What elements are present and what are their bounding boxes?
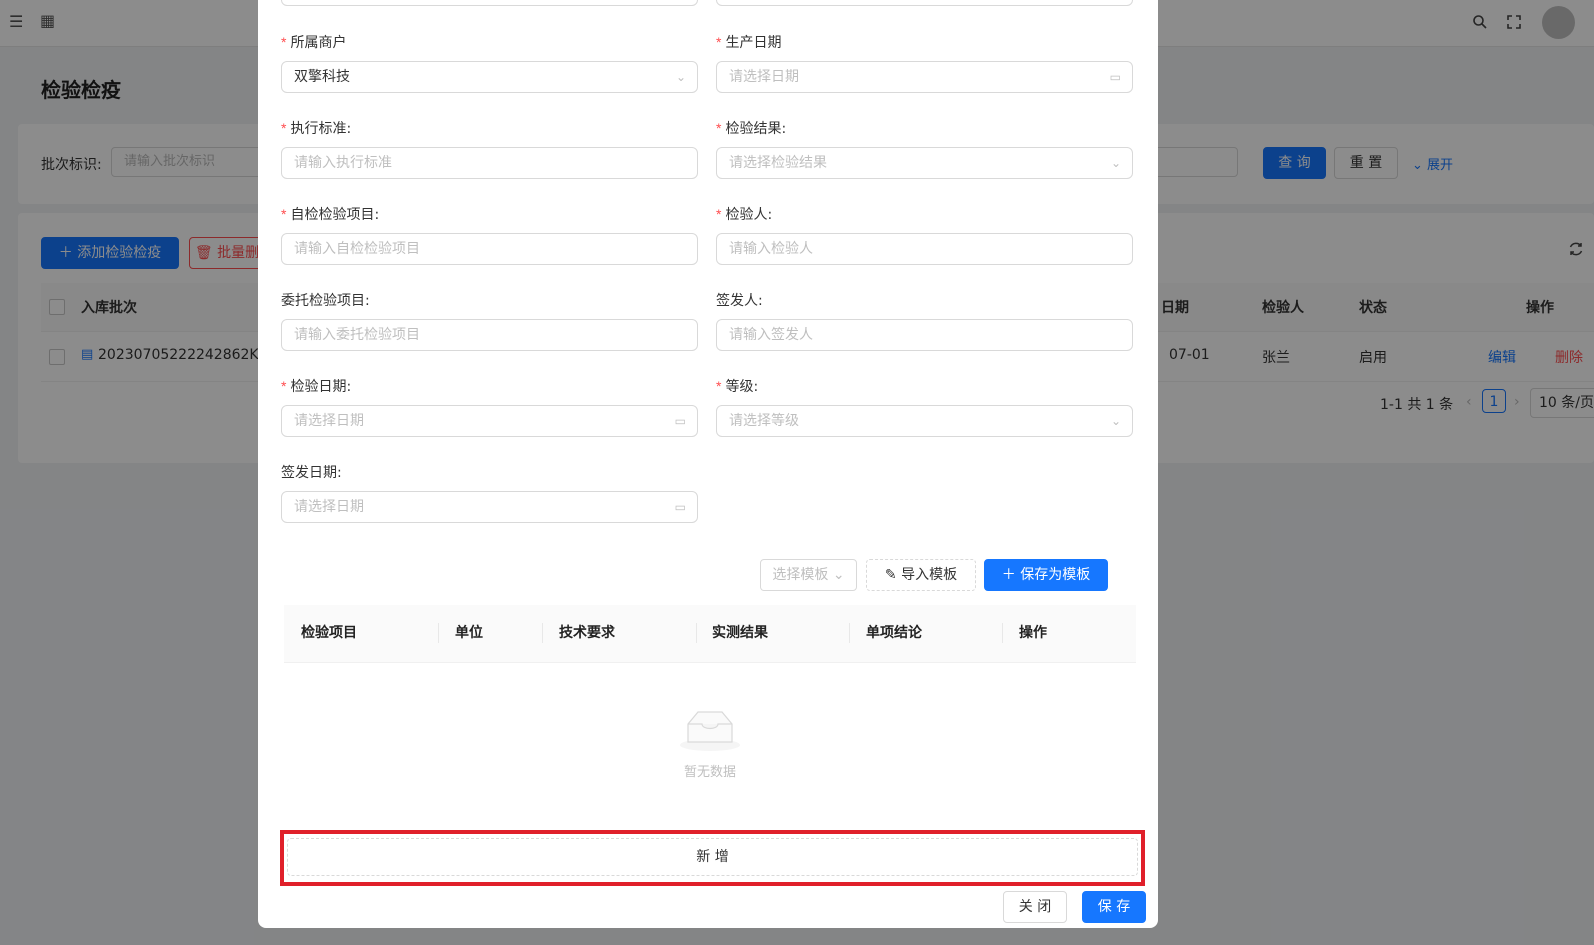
production-date-label-text: 生产日期 xyxy=(725,35,782,51)
save-button[interactable]: 保 存 xyxy=(1082,891,1146,923)
inspection-date-picker[interactable]: 请选择日期 ▭ xyxy=(281,405,698,437)
inspector-input[interactable]: 请输入检验人 xyxy=(716,233,1133,265)
inspector-placeholder: 请输入检验人 xyxy=(729,241,813,257)
required-mark: * xyxy=(281,378,287,394)
standard-label-text: 执行标准: xyxy=(290,121,352,137)
self-items-label: * 自检检验项目: xyxy=(281,204,379,224)
chevron-down-icon: ⌄ xyxy=(832,567,845,583)
top-input-right[interactable] xyxy=(716,0,1133,6)
entrusted-items-input[interactable]: 请输入委托检验项目 xyxy=(281,319,698,351)
col-conclusion: 单项结论 xyxy=(866,625,922,641)
select-template-dropdown[interactable]: 选择模板 ⌄ xyxy=(760,559,857,591)
production-date-label: * 生产日期 xyxy=(716,32,781,52)
required-mark: * xyxy=(281,120,287,136)
standard-label: * 执行标准: xyxy=(281,118,351,138)
inspector-label: * 检验人: xyxy=(716,204,772,224)
chevron-down-icon: ⌄ xyxy=(1110,156,1121,170)
self-items-placeholder: 请输入自检检验项目 xyxy=(294,241,420,257)
issuer-label: 签发人: xyxy=(716,293,763,309)
column-divider xyxy=(1002,623,1003,643)
plus-icon: ＋ xyxy=(1001,567,1016,583)
chevron-down-icon: ⌄ xyxy=(675,70,686,84)
calendar-icon: ▭ xyxy=(674,500,686,514)
col-item: 检验项目 xyxy=(301,625,357,641)
column-divider xyxy=(696,623,697,643)
required-mark: * xyxy=(716,120,722,136)
result-placeholder: 请选择检验结果 xyxy=(729,155,827,171)
issuer-placeholder: 请输入签发人 xyxy=(729,327,813,343)
col-requirement: 技术要求 xyxy=(559,625,615,641)
grade-label-text: 等级: xyxy=(725,379,759,395)
self-items-label-text: 自检检验项目: xyxy=(290,207,380,223)
issuer-input[interactable]: 请输入签发人 xyxy=(716,319,1133,351)
required-mark: * xyxy=(716,378,722,394)
select-template-label: 选择模板 xyxy=(772,567,829,583)
standard-placeholder: 请输入执行标准 xyxy=(294,155,392,171)
save-as-template-button[interactable]: ＋ 保存为模板 xyxy=(984,559,1108,591)
close-button[interactable]: 关 闭 xyxy=(1003,891,1067,923)
top-input-left[interactable] xyxy=(281,0,698,6)
import-template-label: 导入模板 xyxy=(901,567,958,583)
merchant-value: 双擎科技 xyxy=(294,69,350,85)
inspection-date-label: * 检验日期: xyxy=(281,376,351,396)
self-items-input[interactable]: 请输入自检检验项目 xyxy=(281,233,698,265)
grade-select[interactable]: 请选择等级 ⌄ xyxy=(716,405,1133,437)
result-label-text: 检验结果: xyxy=(725,121,787,137)
column-divider xyxy=(438,623,439,643)
column-divider xyxy=(849,623,850,643)
col-operation: 操作 xyxy=(1019,625,1047,641)
save-as-template-label: 保存为模板 xyxy=(1020,567,1091,583)
entrusted-items-placeholder: 请输入委托检验项目 xyxy=(294,327,420,343)
grade-label: * 等级: xyxy=(716,376,758,396)
empty-box-icon xyxy=(680,711,740,751)
col-unit: 单位 xyxy=(455,625,483,641)
import-template-button[interactable]: ✎ 导入模板 xyxy=(866,559,976,591)
grade-placeholder: 请选择等级 xyxy=(729,413,799,429)
required-mark: * xyxy=(716,206,722,222)
production-date-placeholder: 请选择日期 xyxy=(729,69,799,85)
result-select[interactable]: 请选择检验结果 ⌄ xyxy=(716,147,1133,179)
inspection-modal: * 所属商户 双擎科技 ⌄ * 生产日期 请选择日期 ▭ * 执行标准: 请输入执行标… xyxy=(258,0,1158,928)
calendar-icon: ▭ xyxy=(674,414,686,428)
chevron-down-icon: ⌄ xyxy=(1110,414,1121,428)
items-table-header: 检验项目 单位 技术要求 实测结果 单项结论 操作 xyxy=(284,605,1136,663)
edit-square-icon: ✎ xyxy=(884,567,897,583)
add-row-button[interactable]: 新 增 xyxy=(287,838,1138,876)
inspection-date-label-text: 检验日期: xyxy=(290,379,352,395)
required-mark: * xyxy=(281,34,287,50)
inspector-label-text: 检验人: xyxy=(725,207,773,223)
column-divider xyxy=(542,623,543,643)
required-mark: * xyxy=(716,34,722,50)
issue-date-label: 签发日期: xyxy=(281,465,342,481)
standard-input[interactable]: 请输入执行标准 xyxy=(281,147,698,179)
issue-date-placeholder: 请选择日期 xyxy=(294,499,364,515)
issue-date-picker[interactable]: 请选择日期 ▭ xyxy=(281,491,698,523)
col-measured: 实测结果 xyxy=(712,625,768,641)
merchant-label: * 所属商户 xyxy=(281,32,346,52)
empty-text: 暂无数据 xyxy=(683,765,736,780)
calendar-icon: ▭ xyxy=(1109,70,1121,84)
result-label: * 检验结果: xyxy=(716,118,786,138)
inspection-date-placeholder: 请选择日期 xyxy=(294,413,364,429)
merchant-label-text: 所属商户 xyxy=(290,35,347,51)
merchant-select[interactable]: 双擎科技 ⌄ xyxy=(281,61,698,93)
required-mark: * xyxy=(281,206,287,222)
production-date-picker[interactable]: 请选择日期 ▭ xyxy=(716,61,1133,93)
entrusted-items-label: 委托检验项目: xyxy=(281,293,370,309)
